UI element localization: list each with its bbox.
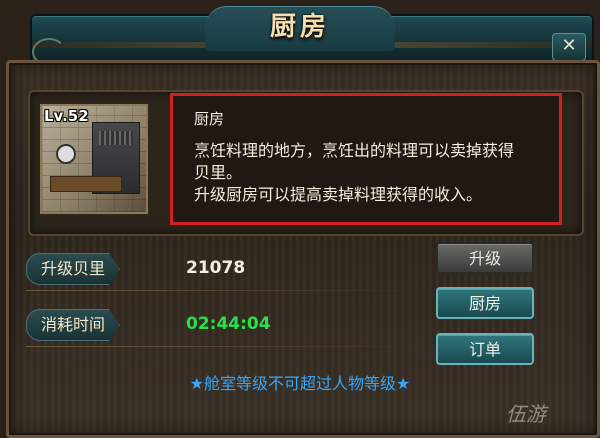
upgrade-cost-value: 21078 bbox=[186, 258, 246, 278]
description-title: 厨房 bbox=[194, 110, 225, 128]
description-line: 贝里。 bbox=[194, 163, 243, 182]
row-divider bbox=[26, 290, 424, 291]
time-cost-label: 消耗时间 bbox=[26, 309, 120, 341]
watermark-logo: 伍游 bbox=[506, 402, 546, 426]
window-title: 厨房 bbox=[269, 12, 330, 42]
upgrade-cost-label: 升级贝里 bbox=[26, 253, 120, 285]
level-limit-notice: ★舱室等级不可超过人物等级★ bbox=[189, 374, 411, 393]
building-level: Lv.52 bbox=[44, 107, 89, 125]
table-icon bbox=[50, 176, 122, 192]
clock-icon bbox=[56, 144, 76, 164]
upgrade-button[interactable]: 升级 bbox=[436, 242, 534, 274]
description-line: 升级厨房可以提高卖掉料理获得的收入。 bbox=[194, 185, 483, 204]
time-cost-value: 02:44:04 bbox=[186, 314, 271, 334]
description-text: 烹饪料理的地方，烹饪出的料理可以卖掉获得 贝里。 升级厨房可以提高卖掉料理获得的… bbox=[194, 140, 554, 206]
description-line: 烹饪料理的地方，烹饪出的料理可以卖掉获得 bbox=[194, 141, 515, 160]
kitchen-button[interactable]: 厨房 bbox=[436, 287, 534, 319]
row-divider bbox=[26, 346, 424, 347]
close-button[interactable]: ✕ bbox=[552, 33, 586, 61]
order-button[interactable]: 订单 bbox=[436, 333, 534, 365]
